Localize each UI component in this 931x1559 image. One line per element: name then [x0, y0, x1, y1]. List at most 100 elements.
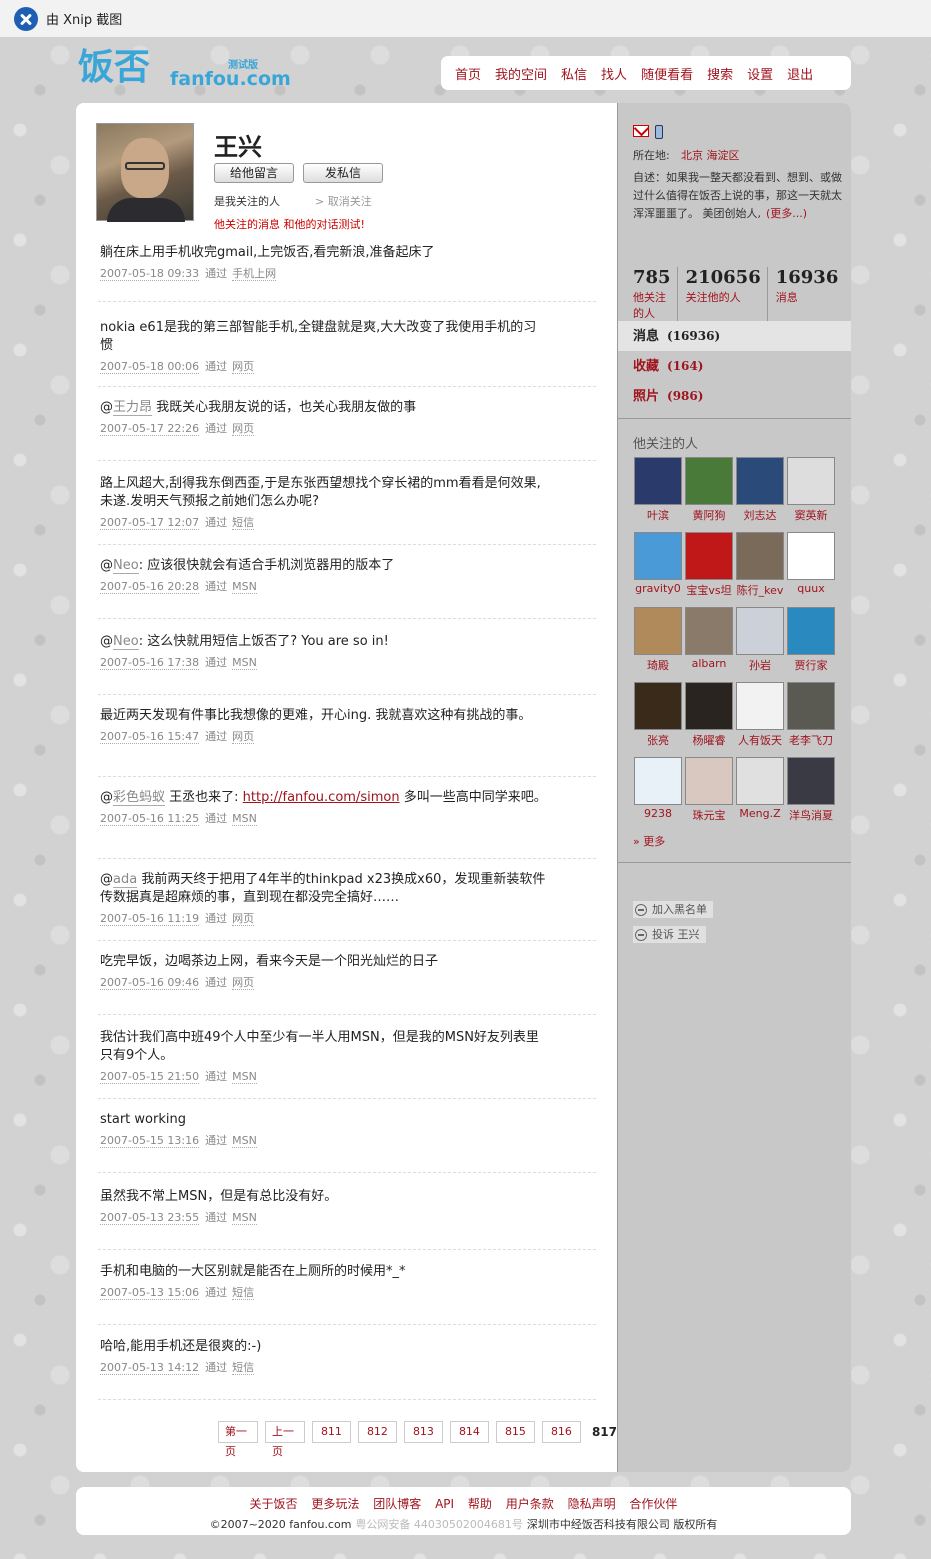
footer-link[interactable]: API	[435, 1497, 454, 1511]
status-date-link[interactable]: 2007-05-17 12:07	[100, 516, 200, 530]
friend-item[interactable]: 杨曜睿	[684, 682, 734, 748]
pager-prev[interactable]: 上一页	[264, 1421, 305, 1458]
stat-followers[interactable]: 210656 关注他的人	[686, 267, 768, 321]
status-source-link[interactable]: MSN	[232, 1070, 257, 1084]
friend-item[interactable]: 张亮	[633, 682, 683, 748]
mention-link[interactable]: 王力昂	[113, 400, 153, 416]
mobile-icon[interactable]	[655, 125, 663, 139]
mention-link[interactable]: 彩色蚂蚁	[113, 790, 166, 806]
nav-dm[interactable]: 私信	[561, 64, 587, 83]
footer-link[interactable]: 帮助	[468, 1497, 492, 1511]
footer-link[interactable]: 合作伙伴	[629, 1497, 677, 1511]
pager-page[interactable]: 812	[357, 1421, 397, 1443]
location-value[interactable]: 北京 海淀区	[681, 147, 740, 163]
status-date-link[interactable]: 2007-05-16 17:38	[100, 656, 200, 670]
status-date-link[interactable]: 2007-05-17 22:26	[100, 422, 200, 436]
fanfou-logo[interactable]: 饭否 fanfou.com 测试版	[78, 48, 291, 92]
friend-item[interactable]: 贾行家	[786, 607, 836, 673]
friend-item[interactable]: gravity0	[633, 532, 683, 595]
friend-item[interactable]: 陈行_kev	[735, 532, 785, 598]
follow-note-link[interactable]: 他关注的消息 和他的对话测试!	[214, 216, 365, 232]
footer-link[interactable]: 用户条款	[506, 1497, 554, 1511]
status-url-link[interactable]: http://fanfou.com/simon	[243, 790, 400, 805]
friend-item[interactable]: 洋鸟消夏	[786, 757, 836, 823]
status-source-link[interactable]: 手机上网	[232, 267, 277, 281]
status-source-link[interactable]: 短信	[232, 516, 255, 530]
friend-item[interactable]: 刘志达	[735, 457, 785, 523]
status-source-link[interactable]: 网页	[232, 360, 255, 374]
more-friends-link[interactable]: » 更多	[633, 833, 665, 849]
nav-search[interactable]: 搜索	[707, 64, 733, 83]
stat-messages[interactable]: 16936 消息	[776, 267, 845, 321]
friend-item[interactable]: 窦英新	[786, 457, 836, 523]
friend-item[interactable]: 黄阿狗	[684, 457, 734, 523]
status-source-link[interactable]: MSN	[232, 656, 257, 670]
status-date-link[interactable]: 2007-05-16 11:25	[100, 812, 200, 826]
status-date-link[interactable]: 2007-05-13 14:12	[100, 1361, 200, 1375]
mention-link[interactable]: ada	[113, 872, 138, 888]
status-source-link[interactable]: MSN	[232, 812, 257, 826]
status-date-link[interactable]: 2007-05-13 23:55	[100, 1211, 200, 1225]
gmail-icon[interactable]	[633, 125, 649, 137]
friend-item[interactable]: quux	[786, 532, 836, 595]
menu-favorites[interactable]: 收藏 (164)	[618, 351, 851, 381]
status-date-link[interactable]: 2007-05-18 00:06	[100, 360, 200, 374]
pager-page[interactable]: 816	[541, 1421, 581, 1443]
stat-following[interactable]: 785 他关注的人	[633, 267, 678, 321]
friend-item[interactable]: albarn	[684, 607, 734, 670]
footer-link[interactable]: 关于饭否	[250, 1497, 298, 1511]
send-dm-button[interactable]: 发私信	[303, 163, 383, 183]
profile-menu: 消息 (16936) 收藏 (164) 照片 (986)	[618, 321, 851, 411]
nav-home[interactable]: 首页	[455, 64, 481, 83]
footer-link[interactable]: 隐私声明	[568, 1497, 616, 1511]
status-date-link[interactable]: 2007-05-15 21:50	[100, 1070, 200, 1084]
status-date-link[interactable]: 2007-05-15 13:16	[100, 1134, 200, 1148]
unfollow-link[interactable]: > 取消关注	[315, 193, 372, 209]
friend-item[interactable]: 老李飞刀	[786, 682, 836, 748]
status-date-link[interactable]: 2007-05-13 15:06	[100, 1286, 200, 1300]
friend-item[interactable]: 9238	[633, 757, 683, 820]
friend-item[interactable]: 人有饭天	[735, 682, 785, 748]
status-date-link[interactable]: 2007-05-16 20:28	[100, 580, 200, 594]
status-source-link[interactable]: MSN	[232, 1211, 257, 1225]
status-source-link[interactable]: 网页	[232, 976, 255, 990]
status-item: @ada 我前两天终于把用了4年半的thinkpad x23换成x60，发现重新…	[98, 871, 596, 941]
nav-browse[interactable]: 随便看看	[641, 64, 693, 83]
footer-link[interactable]: 更多玩法	[311, 1497, 359, 1511]
pager-page[interactable]: 814	[449, 1421, 489, 1443]
status-date-link[interactable]: 2007-05-16 09:46	[100, 976, 200, 990]
mention-link[interactable]: Neo	[113, 558, 139, 574]
footer-link[interactable]: 团队博客	[373, 1497, 421, 1511]
status-source-link[interactable]: 网页	[232, 912, 255, 926]
leave-message-button[interactable]: 给他留言	[214, 163, 294, 183]
pager-page[interactable]: 815	[495, 1421, 535, 1443]
friend-item[interactable]: Meng.Z	[735, 757, 785, 820]
friend-item[interactable]: 宝宝vs坦	[684, 532, 734, 598]
mention-link[interactable]: Neo	[113, 634, 139, 650]
bio-more-link[interactable]: (更多...)	[766, 207, 807, 220]
status-source-link[interactable]: MSN	[232, 580, 257, 594]
status-source-link[interactable]: 网页	[232, 730, 255, 744]
status-source-link[interactable]: 网页	[232, 422, 255, 436]
menu-messages[interactable]: 消息 (16936)	[618, 321, 851, 351]
friend-item[interactable]: 琦殿	[633, 607, 683, 673]
menu-photos[interactable]: 照片 (986)	[618, 381, 851, 411]
nav-logout[interactable]: 退出	[787, 64, 813, 83]
status-source-link[interactable]: MSN	[232, 1134, 257, 1148]
status-date-link[interactable]: 2007-05-16 11:19	[100, 912, 200, 926]
nav-my-space[interactable]: 我的空间	[495, 64, 547, 83]
friend-item[interactable]: 孙岩	[735, 607, 785, 673]
friend-item[interactable]: 叶滨	[633, 457, 683, 523]
nav-find-people[interactable]: 找人	[601, 64, 627, 83]
pager-first[interactable]: 第一页	[218, 1421, 258, 1458]
status-source-link[interactable]: 短信	[232, 1361, 255, 1375]
blacklist-button[interactable]: 加入黑名单	[633, 901, 713, 918]
status-date-link[interactable]: 2007-05-16 15:47	[100, 730, 200, 744]
nav-settings[interactable]: 设置	[747, 64, 773, 83]
friend-item[interactable]: 珠元宝	[684, 757, 734, 823]
status-source-link[interactable]: 短信	[232, 1286, 255, 1300]
status-date-link[interactable]: 2007-05-18 09:33	[100, 267, 200, 281]
pager-page[interactable]: 811	[311, 1421, 351, 1443]
report-button[interactable]: 投诉 王兴	[633, 926, 706, 943]
pager-page[interactable]: 813	[403, 1421, 443, 1443]
